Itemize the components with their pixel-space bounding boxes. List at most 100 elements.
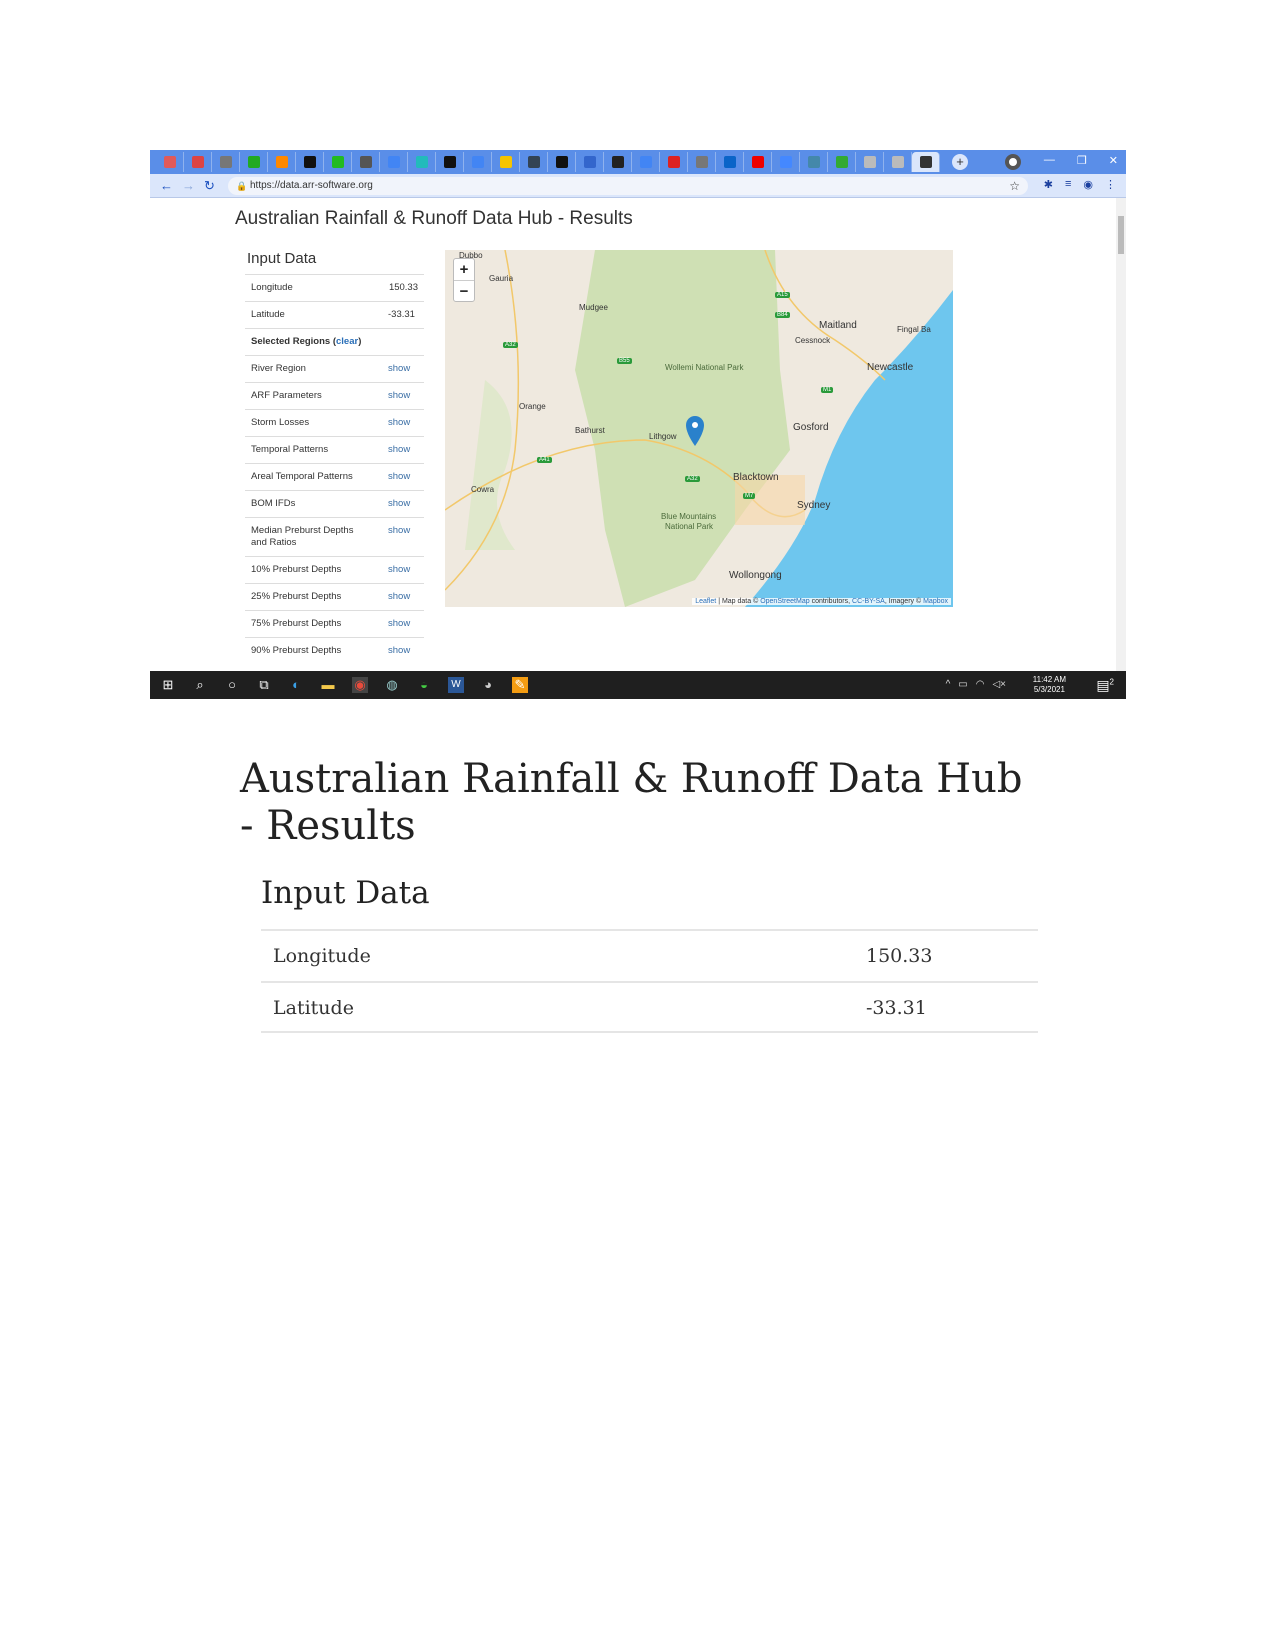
avatar[interactable]: ◉: [1083, 178, 1093, 191]
license-link[interactable]: CC-BY-SA: [852, 598, 885, 605]
close-icon[interactable]: ✕: [1109, 154, 1118, 167]
app-icon[interactable]: ✎: [512, 677, 528, 693]
browser-tab-mail[interactable]: [212, 152, 240, 172]
browser-tab-google[interactable]: [632, 152, 660, 172]
osm-link[interactable]: OpenStreetMap: [760, 598, 809, 605]
browser-tab-green-badge[interactable]: [324, 152, 352, 172]
browser-tab-globe[interactable]: [352, 152, 380, 172]
browser-tab-k-blue[interactable]: [576, 152, 604, 172]
browser-tab-k-logo[interactable]: [408, 152, 436, 172]
show-link[interactable]: show: [388, 525, 418, 549]
extensions-icon[interactable]: ✱: [1044, 178, 1053, 191]
browser-tab-gmail[interactable]: [184, 152, 212, 172]
file-explorer-icon[interactable]: ▬: [320, 677, 336, 693]
browser-tab-gear[interactable]: [856, 152, 884, 172]
show-link[interactable]: show: [388, 390, 418, 402]
browser-tab-bookmark[interactable]: [772, 152, 800, 172]
show-link[interactable]: show: [388, 471, 418, 483]
chrome-icon[interactable]: ◉: [352, 677, 368, 693]
show-link[interactable]: show: [388, 618, 418, 630]
word-icon[interactable]: W: [448, 677, 464, 693]
leaflet-link[interactable]: Leaflet: [695, 598, 716, 605]
reload-icon[interactable]: ↻: [204, 178, 215, 194]
show-link[interactable]: show: [388, 444, 418, 456]
show-link[interactable]: show: [388, 363, 418, 375]
page-title: Australian Rainfall & Runoff Data Hub - …: [235, 208, 633, 229]
browser-tab-box[interactable]: [520, 152, 548, 172]
browser-tab-outlook[interactable]: [716, 152, 744, 172]
browser-tab-x[interactable]: [912, 152, 940, 172]
app-icon[interactable]: ◒: [416, 677, 432, 693]
browser-tab-medium[interactable]: [436, 152, 464, 172]
table-row: 90% Preburst Depths show: [245, 637, 424, 664]
a-logo-icon: [303, 156, 316, 168]
menu-icon[interactable]: ⋮: [1105, 178, 1116, 191]
restore-icon[interactable]: ❐: [1077, 154, 1087, 167]
show-link[interactable]: show: [388, 591, 418, 603]
app-icon[interactable]: ◕: [480, 677, 496, 693]
mapbox-link[interactable]: Mapbox: [923, 598, 948, 605]
clock[interactable]: 11:42 AM 5/3/2021: [1033, 675, 1066, 695]
show-link[interactable]: show: [388, 564, 418, 576]
browser-tab-google[interactable]: [380, 152, 408, 172]
clear-link[interactable]: clear: [336, 336, 358, 347]
bookmark-star-icon[interactable]: ☆: [1009, 177, 1020, 195]
table-row: ARF Parameters show: [245, 382, 424, 409]
table-row: Latitude -33.31: [261, 981, 1038, 1033]
url-input[interactable]: 🔒 https://data.arr-software.org ☆: [228, 177, 1028, 195]
row-label: Latitude: [273, 997, 354, 1019]
x-icon: [919, 156, 932, 168]
show-link[interactable]: show: [388, 417, 418, 429]
row-label: 25% Preburst Depths: [251, 591, 342, 602]
browser-tab-github[interactable]: [604, 152, 632, 172]
map-label: Sydney: [797, 500, 831, 511]
drive-icon: [835, 156, 848, 168]
browser-tab-pdf[interactable]: [660, 152, 688, 172]
app-icon[interactable]: ◍: [384, 677, 400, 693]
reading-list-icon[interactable]: ≡: [1065, 178, 1071, 191]
notifications-icon[interactable]: ▤2: [1096, 677, 1114, 694]
browser-tab-pocket[interactable]: [156, 152, 184, 172]
back-icon[interactable]: ←: [160, 178, 173, 193]
browser-tab-gear[interactable]: [884, 152, 912, 172]
new-tab-button[interactable]: +: [952, 154, 968, 170]
browser-tab-a-logo[interactable]: [296, 152, 324, 172]
battery-icon[interactable]: ▭: [958, 679, 967, 690]
green-badge-icon: [331, 156, 344, 168]
task-view-icon[interactable]: ⧉: [256, 677, 272, 693]
browser-tab-sun[interactable]: [268, 152, 296, 172]
address-bar: ← → ↻ 🔒 https://data.arr-software.org ☆ …: [150, 174, 1126, 198]
table-row: Latitude -33.31: [245, 301, 424, 328]
profile-icon[interactable]: [1005, 154, 1021, 170]
forward-icon[interactable]: →: [182, 178, 195, 193]
edge-icon[interactable]: ◐: [288, 677, 304, 693]
zoom-in-button[interactable]: +: [454, 259, 474, 281]
browser-tab-doc[interactable]: [688, 152, 716, 172]
scrollbar-thumb[interactable]: [1118, 216, 1124, 254]
road-shield: A15: [775, 292, 790, 298]
show-link[interactable]: show: [388, 498, 418, 510]
cortana-icon[interactable]: ○: [224, 677, 240, 693]
browser-tab-green-circle[interactable]: [240, 152, 268, 172]
scrollbar[interactable]: [1116, 198, 1126, 671]
browser-tab-drive[interactable]: [828, 152, 856, 172]
browser-tab-youtube[interactable]: [744, 152, 772, 172]
wifi-icon[interactable]: ◠: [976, 679, 985, 690]
browser-tab-medium[interactable]: [548, 152, 576, 172]
zoom-out-button[interactable]: −: [454, 281, 474, 302]
row-label: Longitude: [273, 945, 371, 967]
row-label: Median Preburst Depths and Ratios: [251, 525, 354, 548]
browser-tab-sync[interactable]: [800, 152, 828, 172]
windows-start-icon[interactable]: ⊞: [160, 677, 176, 693]
green-circle-icon: [247, 156, 260, 168]
browser-tab-google[interactable]: [464, 152, 492, 172]
minimize-icon[interactable]: —: [1044, 154, 1055, 167]
chevron-up-icon[interactable]: ^: [946, 679, 951, 690]
browser-tab-k-yellow[interactable]: [492, 152, 520, 172]
volume-muted-icon[interactable]: ◁×: [992, 679, 1006, 690]
map-tiles[interactable]: [445, 250, 953, 607]
table-row: Longitude 150.33: [261, 929, 1038, 981]
show-link[interactable]: show: [388, 645, 418, 657]
search-icon[interactable]: ⌕: [192, 677, 208, 693]
map[interactable]: Dubbo Gauria Mudgee Maitland Fingal Ba Cessno…: [445, 250, 953, 607]
